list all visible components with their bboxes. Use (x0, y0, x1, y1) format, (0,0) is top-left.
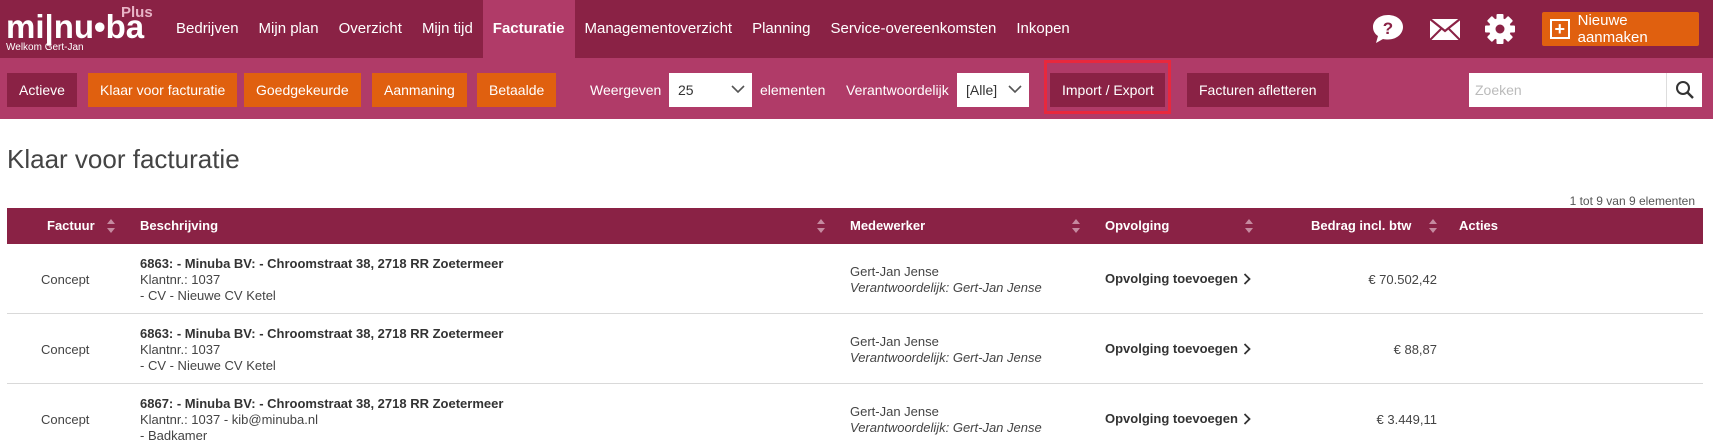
search-input[interactable] (1469, 73, 1666, 107)
filter-toolbar: Actieve Klaar voor facturatie Goedgekeur… (0, 58, 1713, 119)
nav-item-planning[interactable]: Planning (742, 0, 820, 58)
sort-icon[interactable] (1428, 218, 1438, 234)
employee-name: Gert-Jan Jense (850, 404, 939, 419)
nav-item-service-overeenkomsten[interactable]: Service-overeenkomsten (820, 0, 1006, 58)
description-title: 6863: - Minuba BV: - Chroomstraat 38, 27… (140, 326, 504, 341)
nav-item-bedrijven[interactable]: Bedrijven (166, 0, 249, 58)
responsible-name: Verantwoordelijk: Gert-Jan Jense (850, 420, 1042, 435)
responsible-label: Verantwoordelijk (846, 82, 949, 98)
table-row[interactable]: Concept 6867: - Minuba BV: - Chroomstraa… (7, 384, 1703, 446)
search-icon (1675, 81, 1694, 99)
chevron-right-icon (1243, 412, 1251, 425)
description-detail: - CV - Nieuwe CV Ketel (140, 358, 276, 373)
chevron-right-icon (1243, 342, 1251, 355)
page-title: Klaar voor facturatie (7, 144, 240, 174)
import-export-button[interactable]: Import / Export (1050, 73, 1165, 107)
col-bedrag[interactable]: Bedrag incl. btw (1311, 208, 1411, 244)
followup-label: Opvolging toevoegen (1105, 411, 1238, 426)
search-button[interactable] (1666, 73, 1702, 107)
responsible-value: [Alle] (966, 82, 998, 98)
tab-klaar-voor-facturatie[interactable]: Klaar voor facturatie (88, 73, 238, 107)
minuba-logo[interactable]: mi|nu•ba Plus Welkom Gert-Jan (6, 4, 156, 54)
tab-betaalde[interactable]: Betaalde (477, 73, 557, 107)
tab-goedgekeurde[interactable]: Goedgekeurde (244, 73, 361, 107)
employee-name: Gert-Jan Jense (850, 264, 939, 279)
employee-cell: Gert-Jan Jense Verantwoordelijk: Gert-Ja… (850, 334, 1042, 366)
description-customer: Klantnr.: 1037 (140, 342, 221, 357)
invoice-status: Concept (41, 342, 90, 357)
nav-item-mijn-tijd[interactable]: Mijn tijd (412, 0, 483, 58)
description-customer: Klantnr.: 1037 (140, 272, 221, 287)
col-beschrijving[interactable]: Beschrijving (140, 208, 218, 244)
new-create-label: Nieuwe aanmaken (1577, 12, 1648, 46)
nav-item-inkopen[interactable]: Inkopen (1006, 0, 1079, 58)
description-title: 6867: - Minuba BV: - Chroomstraat 38, 27… (140, 396, 504, 411)
elements-label: elementen (760, 82, 826, 98)
description-title: 6863: - Minuba BV: - Chroomstraat 38, 27… (140, 256, 504, 271)
add-followup-link[interactable]: Opvolging toevoegen (1105, 411, 1251, 426)
invoice-description[interactable]: 6863: - Minuba BV: - Chroomstraat 38, 27… (140, 326, 503, 374)
show-label: Weergeven (590, 82, 662, 98)
page-size-value: 25 (678, 82, 694, 98)
responsible-name: Verantwoordelijk: Gert-Jan Jense (850, 350, 1042, 365)
invoice-amount: € 70.502,42 (1368, 272, 1437, 287)
table-row[interactable]: Concept 6863: - Minuba BV: - Chroomstraa… (7, 244, 1703, 314)
description-detail: - CV - Nieuwe CV Ketel (140, 288, 276, 303)
new-create-button[interactable]: + Nieuwe aanmaken (1542, 12, 1699, 46)
nav-item-mijn-plan[interactable]: Mijn plan (249, 0, 329, 58)
followup-label: Opvolging toevoegen (1105, 271, 1238, 286)
invoice-description[interactable]: 6863: - Minuba BV: - Chroomstraat 38, 27… (140, 256, 503, 304)
col-medewerker[interactable]: Medewerker (850, 208, 925, 244)
nav-item-managementoverzicht[interactable]: Managementoverzicht (575, 0, 743, 58)
result-count: 1 tot 9 van 9 elementen (1569, 194, 1695, 208)
logo-plus-label: Plus (121, 4, 153, 21)
invoice-amount: € 88,87 (1393, 342, 1437, 357)
sort-icon[interactable] (1244, 218, 1254, 234)
welcome-text: Welkom Gert-Jan (6, 42, 84, 53)
invoice-status: Concept (41, 272, 90, 287)
top-navigation-bar: mi|nu•ba Plus Welkom Gert-Jan Bedrijven … (0, 0, 1713, 58)
description-customer: Klantnr.: 1037 - kib@minuba.nl (140, 412, 318, 427)
responsible-select[interactable]: [Alle] (957, 73, 1029, 107)
tab-actieve[interactable]: Actieve (7, 73, 77, 107)
col-factuur[interactable]: Factuur (47, 208, 95, 244)
invoice-amount: € 3.449,11 (1376, 412, 1437, 427)
employee-cell: Gert-Jan Jense Verantwoordelijk: Gert-Ja… (850, 404, 1042, 436)
nav-item-facturatie[interactable]: Facturatie (482, 0, 575, 58)
chevron-down-icon (1008, 85, 1022, 94)
gear-icon[interactable] (1482, 12, 1518, 46)
page-size-select[interactable]: 25 (669, 73, 752, 107)
nav-item-overzicht[interactable]: Overzicht (329, 0, 412, 58)
responsible-name: Verantwoordelijk: Gert-Jan Jense (850, 280, 1042, 295)
mail-icon[interactable] (1427, 12, 1463, 46)
col-opvolging[interactable]: Opvolging (1105, 208, 1169, 244)
invoice-status: Concept (41, 412, 90, 427)
sort-icon[interactable] (106, 218, 116, 234)
tab-aanmaning[interactable]: Aanmaning (372, 73, 467, 107)
facturen-afletteren-button[interactable]: Facturen afletteren (1187, 73, 1329, 107)
followup-label: Opvolging toevoegen (1105, 341, 1238, 356)
invoice-description[interactable]: 6867: - Minuba BV: - Chroomstraat 38, 27… (140, 396, 503, 444)
plus-icon: + (1550, 19, 1570, 39)
table-row[interactable]: Concept 6863: - Minuba BV: - Chroomstraa… (7, 314, 1703, 384)
employee-cell: Gert-Jan Jense Verantwoordelijk: Gert-Ja… (850, 264, 1042, 296)
main-nav: Bedrijven Mijn plan Overzicht Mijn tijd … (166, 0, 1080, 58)
add-followup-link[interactable]: Opvolging toevoegen (1105, 271, 1251, 286)
add-followup-link[interactable]: Opvolging toevoegen (1105, 341, 1251, 356)
chevron-right-icon (1243, 272, 1251, 285)
chevron-down-icon (731, 85, 745, 94)
employee-name: Gert-Jan Jense (850, 334, 939, 349)
description-detail: - Badkamer (140, 428, 208, 443)
col-acties: Acties (1459, 218, 1499, 233)
table-header: Factuur Beschrijving Medewerker Opvolgin… (7, 208, 1703, 244)
sort-icon[interactable] (1071, 218, 1081, 234)
svg-text:?: ? (1383, 19, 1393, 38)
help-icon[interactable]: ? (1370, 12, 1406, 46)
sort-icon[interactable] (816, 218, 826, 234)
